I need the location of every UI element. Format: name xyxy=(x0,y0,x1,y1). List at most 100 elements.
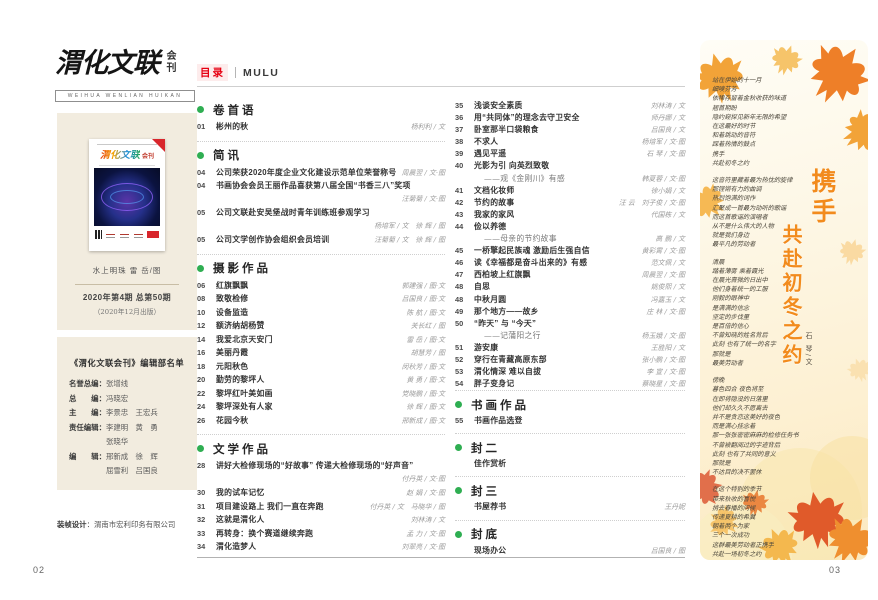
entry-title: 我家的家风 xyxy=(474,209,514,221)
section-title: 书画作品 xyxy=(471,397,529,413)
cover-caption: 水上明珠 雷 岳/图 xyxy=(57,265,197,276)
entry-title: 渭化情深 难以自拔 xyxy=(474,366,541,378)
toc-entry: 18元阳秋色闵秋芳 / 图·文 xyxy=(197,360,445,374)
toc-section-juanshouyu: 卷首语 01彬州的秋杨利利 / 文 xyxy=(197,96,445,142)
entry-number: 06 xyxy=(197,279,216,293)
entry-list: 06红旗飘飘郭建强 / 图·文 08致敬检修吕国良 / 图·文 10设备监造陈 … xyxy=(197,279,445,428)
design-credit-label: 装帧设计 xyxy=(57,520,87,529)
role-names-line2: 屈雪利 吕国良 xyxy=(106,464,158,479)
role-names-line1: 张增线 xyxy=(106,379,128,388)
entry-author: 吕国良 / 图 xyxy=(645,545,685,557)
poem-stanza: 站在伊始的十一月 细嗅芬芳 依稀存留着金秋收获的味道 翘首期盼 隐约窥探见新年无… xyxy=(712,76,820,168)
role-names-line1: 李景忠 王宏兵 xyxy=(106,408,158,417)
section-title: 简讯 xyxy=(213,147,242,163)
entry-list: 04公司荣获2020年度企业文化建设示范单位荣誉称号周晨翌 / 文·图 04书画… xyxy=(197,166,445,247)
toc-entry: 39遇见平遥石 琴 / 文·图 xyxy=(455,148,685,160)
entry-author: 刘翠亮 / 文·图 xyxy=(396,541,445,555)
cover-photo-inner-ring xyxy=(110,190,144,204)
entry-title: 讲好大检修现场的“好故事” 传递大检修现场的“好声音” xyxy=(216,459,413,473)
entry-title: 红旗飘飘 xyxy=(216,279,248,293)
entry-author: 汪菊菊 / 文 徐 辉 / 图 xyxy=(368,234,445,248)
entry-title: 穿行在青藏高原东部 xyxy=(474,354,547,366)
colon: ： xyxy=(99,450,106,479)
toc-entry: 28讲好大检修现场的“好故事” 传递大检修现场的“好声音” xyxy=(197,459,445,473)
toc-entry: 16美丽丹霞胡慧芳 / 图 xyxy=(197,346,445,360)
editorial-board-list: 名誉总编： 张增线 总 编： 冯晓宏 主 编： 李景忠 王宏兵 责任编辑： 李建… xyxy=(57,377,197,479)
entry-title: “昨天” 与 “今天” xyxy=(474,318,536,330)
cover-logo-text: 渭化文联 xyxy=(100,150,140,161)
entry-title: 公司文学创作协会组织会员培训 xyxy=(216,233,329,247)
entry-title: 这就是渭化人 xyxy=(216,513,265,527)
entry-title: 致敬检修 xyxy=(216,292,248,306)
entry-author: 杨利利 / 文 xyxy=(405,121,445,135)
entry-author: 吕国良 / 图·文 xyxy=(396,293,445,307)
colon: ： xyxy=(99,406,106,421)
toc-entry: 佳作赏析 xyxy=(455,458,685,470)
toc-entry: 22黎坪红叶美如画党晓鹏 / 图·文 xyxy=(197,387,445,401)
toc-section-wenxue: 文学作品 28讲好大检修现场的“好故事” 传递大检修现场的“好声音” 付丹英 /… xyxy=(197,435,445,561)
toc-entry: 54胖子变身记蔡晓星 / 文·图 xyxy=(455,378,685,390)
entry-author: 王胜阳 / 文 xyxy=(645,342,685,354)
toc-entry: 书屋荐书王丹妮 xyxy=(455,501,685,513)
toc-entry: 47西柏坡上红旗飘周晨翌 / 文·图 xyxy=(455,269,685,281)
entry-title: 设备监造 xyxy=(216,306,248,320)
qr-code xyxy=(95,230,102,239)
entry-number: 43 xyxy=(455,209,474,221)
entry-title: 勤劳的黎坪人 xyxy=(216,373,265,387)
entry-title: 遇见平遥 xyxy=(474,148,506,160)
editorial-board-row: 名誉总编： 张增线 xyxy=(69,377,197,392)
entry-number: 41 xyxy=(455,185,474,197)
section-title: 封三 xyxy=(471,483,500,499)
role-label: 主 编 xyxy=(69,406,99,421)
entry-author: 党晓鹏 / 图·文 xyxy=(396,388,445,402)
issue-number: 2020年第4期 总第50期 xyxy=(57,292,197,303)
green-bullet-icon xyxy=(455,401,462,408)
green-bullet-icon xyxy=(197,106,204,113)
role-names: 冯晓宏 xyxy=(106,392,128,407)
entry-title: 渭化造梦人 xyxy=(216,540,256,554)
toc-entry: 26花园今秋邢新成 / 图·文 xyxy=(197,414,445,428)
entry-list: 01彬州的秋杨利利 / 文 xyxy=(197,120,445,134)
toc-entry: 现场办公吕国良 / 图 xyxy=(455,545,685,557)
entry-title: 不求人 xyxy=(474,136,498,148)
entry-number: 46 xyxy=(455,257,474,269)
editorial-board-row: 主 编： 李景忠 王宏兵 xyxy=(69,406,197,421)
cover-top-divider xyxy=(97,144,157,145)
entry-author: 陈 航 / 图·文 xyxy=(400,307,445,321)
entry-author: 周晨翌 / 文·图 xyxy=(396,167,445,181)
entry-number: 20 xyxy=(197,373,216,387)
toc-entry: 46读《幸福都是奋斗出来的》有感范文佩 / 文 xyxy=(455,257,685,269)
toc-entry: 50“昨天” 与 “今天” xyxy=(455,318,685,330)
entry-title: 卧室那半口袋粮食 xyxy=(474,124,539,136)
cover-footer-lines xyxy=(106,234,143,235)
header-rule xyxy=(197,86,685,87)
toc-entry: 36用“共同体”的理念去守卫安全师丹娜 / 文 xyxy=(455,112,685,124)
page-number-left: 02 xyxy=(33,565,45,575)
entry-number: 48 xyxy=(455,294,474,306)
entry-title: 佳作赏析 xyxy=(474,458,506,470)
toc-section-sheying: 摄影作品 06红旗飘飘郭建强 / 图·文 08致敬检修吕国良 / 图·文 10设… xyxy=(197,255,445,436)
entry-number: 50 xyxy=(455,318,474,330)
entry-title: 自思 xyxy=(474,281,490,293)
entry-number: 28 xyxy=(197,459,216,473)
entry-number: 44 xyxy=(455,221,474,233)
toc-column-left: 卷首语 01彬州的秋杨利利 / 文 简讯 04公司荣获2020年度企业文化建设示… xyxy=(197,96,445,561)
toc-title-en: MULU xyxy=(243,67,279,79)
entry-number: 54 xyxy=(455,378,474,390)
entry-title: 我的试车记忆 xyxy=(216,486,265,500)
entry-author: 孟 力 / 文·图 xyxy=(400,528,445,542)
entry-title: 公司荣获2020年度企业文化建设示范单位荣誉称号 xyxy=(216,166,396,180)
toc-entry: 53渭化情深 难以自拔李 宣 / 文·图 xyxy=(455,366,685,378)
entry-author: 汪菊菊 / 文·图 xyxy=(396,193,445,207)
cover-logo-sub-text: 会刊 xyxy=(142,154,154,160)
toc-column-right: 35浅谈安全素质刘林涛 / 文 36用“共同体”的理念去守卫安全师丹娜 / 文 … xyxy=(455,100,685,563)
entry-list: 55书画作品选登 xyxy=(455,415,685,427)
entry-number: 30 xyxy=(197,486,216,500)
publish-date: （2020年12月出版） xyxy=(57,306,197,316)
poem-author: 石 琴/文 xyxy=(803,332,813,367)
entry-author: 韩夏蓉 / 文·图 xyxy=(636,173,685,185)
entry-number: 55 xyxy=(455,415,474,427)
entry-author: 付丹英 / 文 马晓华 / 图 xyxy=(364,501,445,515)
toc-section-feng2: 封二 佳作赏析 xyxy=(455,433,685,476)
toc-entry: 30我的试车记忆赵 娟 / 文·图 xyxy=(197,486,445,500)
